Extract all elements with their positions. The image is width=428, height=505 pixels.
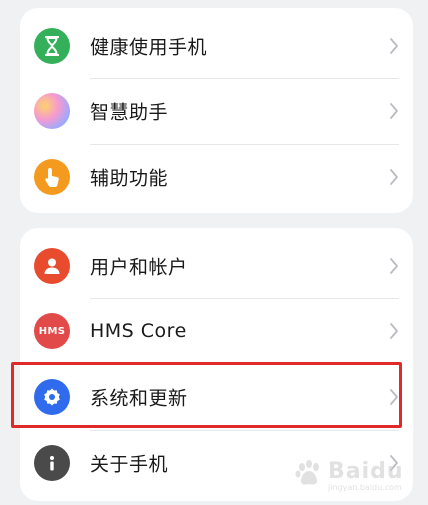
chevron-right-icon [390,258,398,274]
settings-item-label: 健康使用手机 [90,36,208,59]
settings-item-hms-core[interactable]: HMS HMS Core [20,298,413,364]
settings-item-smart-assistant[interactable]: 智慧助手 [20,78,413,144]
hourglass-icon [34,28,70,64]
settings-item-accessibility[interactable]: 辅助功能 [20,144,413,210]
settings-item-label: HMS Core [90,320,187,342]
hms-logo-icon: HMS [34,313,70,349]
settings-item-digital-balance[interactable]: 健康使用手机 [20,13,413,79]
settings-card-personal: 健康使用手机 智慧助手 辅助功能 [20,8,413,213]
user-icon [34,248,70,284]
settings-item-label: 辅助功能 [90,167,169,190]
settings-item-label: 智慧助手 [90,101,169,124]
settings-item-label: 用户和帐户 [90,256,188,279]
assistant-orb-icon [34,93,70,129]
chevron-right-icon [390,103,398,119]
settings-item-label: 关于手机 [90,453,169,476]
settings-item-system-updates[interactable]: 系统和更新 [20,364,413,430]
settings-card-system: 用户和帐户 HMS HMS Core 系统和更新 关于手机 [20,228,413,501]
info-icon [34,445,70,481]
chevron-right-icon [390,323,398,339]
hand-pointer-icon [34,159,70,195]
settings-item-users-accounts[interactable]: 用户和帐户 [20,233,413,299]
chevron-right-icon [390,38,398,54]
settings-item-about-phone[interactable]: 关于手机 [20,430,413,496]
chevron-right-icon [390,389,398,405]
chevron-right-icon [390,455,398,471]
settings-item-label: 系统和更新 [90,387,188,410]
chevron-right-icon [390,169,398,185]
gear-icon [34,379,70,415]
